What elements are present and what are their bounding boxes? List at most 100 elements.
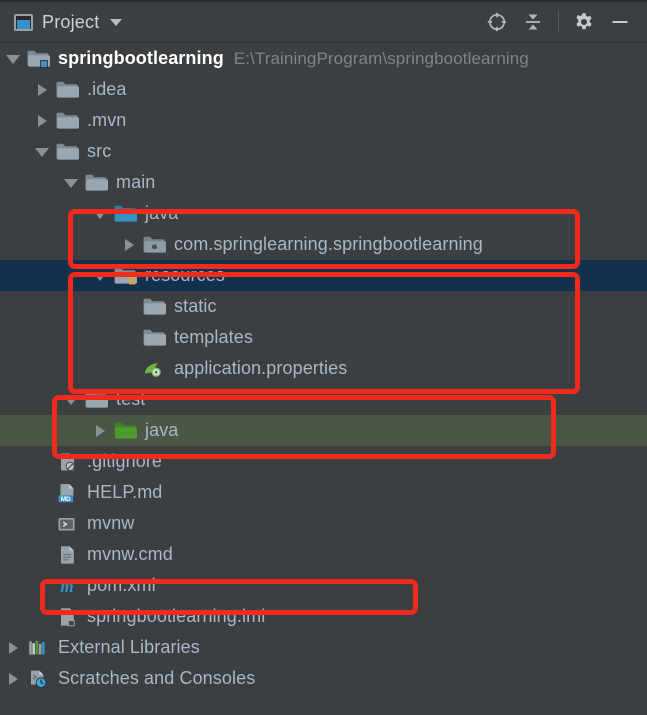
- chevron-down-icon[interactable]: [110, 18, 123, 26]
- tree-row-label: External Libraries: [58, 637, 200, 657]
- module-folder-icon: [27, 49, 51, 69]
- test-root-folder-icon: [114, 421, 138, 441]
- folder-icon: [85, 390, 109, 410]
- resource-root-folder-icon: [114, 266, 138, 286]
- tree-arrow-placeholder: [36, 518, 47, 529]
- tree-row-label: templates: [174, 327, 253, 347]
- shell-script-icon: [56, 514, 80, 534]
- crosshair-target-icon: [487, 12, 507, 32]
- iml-file-icon: [56, 607, 80, 627]
- tree-row-src[interactable]: src: [0, 136, 647, 167]
- tree-row-appprops[interactable]: application.properties: [0, 353, 647, 384]
- tree-arrow-placeholder: [36, 549, 47, 560]
- tree-row-main-java[interactable]: java: [0, 198, 647, 229]
- text-file-icon: [56, 545, 80, 565]
- tree-row-label: static: [174, 296, 217, 316]
- chevron-down-icon[interactable]: [35, 146, 49, 157]
- tree-row-idea[interactable]: .idea: [0, 74, 647, 105]
- tree-arrow-placeholder: [123, 301, 134, 312]
- tree-arrow-placeholder: [36, 580, 47, 591]
- chevron-down-icon[interactable]: [64, 177, 78, 188]
- tree-row-label: resources: [145, 265, 225, 285]
- markdown-file-icon: MD: [56, 483, 80, 503]
- tree-row-label: .gitignore: [87, 451, 163, 471]
- toolbar-separator: [558, 11, 559, 33]
- tree-arrow-placeholder: [36, 487, 47, 498]
- folder-icon: [143, 297, 167, 317]
- chevron-right-icon[interactable]: [36, 115, 47, 127]
- project-tool-window: Project springbootlearning E:\TrainingPr…: [0, 0, 647, 715]
- chevron-right-icon[interactable]: [7, 673, 18, 685]
- chevron-right-icon[interactable]: [7, 642, 18, 654]
- tree-row-label: .mvn: [87, 110, 127, 130]
- minimize-dash-icon: [612, 21, 628, 23]
- select-opened-file-button[interactable]: [480, 7, 514, 37]
- tree-row-label: mvnw: [87, 513, 135, 533]
- tree-row-static[interactable]: static: [0, 291, 647, 322]
- tree-row-label: test: [116, 389, 146, 409]
- tree-row-label: java: [145, 420, 179, 440]
- tree-row-mvnwcmd[interactable]: mvnw.cmd: [0, 539, 647, 570]
- tree-row-label: application.properties: [174, 358, 348, 378]
- tree-row-label: java: [145, 203, 179, 223]
- folder-icon: [85, 173, 109, 193]
- folder-icon: [143, 328, 167, 348]
- tool-window-toolbar: [480, 7, 637, 37]
- chevron-down-icon[interactable]: [6, 53, 20, 64]
- package-icon: [143, 235, 167, 255]
- folder-icon: [56, 111, 80, 131]
- tree-row-pomxml[interactable]: m pom.xml: [0, 570, 647, 601]
- tree-row-main[interactable]: main: [0, 167, 647, 198]
- gitignore-file-icon: [56, 452, 80, 472]
- tree-row-mvn[interactable]: .mvn: [0, 105, 647, 136]
- tree-row-test-java[interactable]: java: [0, 415, 647, 446]
- spring-properties-icon: [143, 359, 167, 379]
- chevron-right-icon[interactable]: [36, 84, 47, 96]
- folder-icon: [56, 142, 80, 162]
- tree-row-label: com.springlearning.springbootlearning: [174, 234, 483, 254]
- chevron-right-icon[interactable]: [123, 239, 134, 251]
- collapse-all-icon: [526, 14, 540, 30]
- tree-row-package[interactable]: com.springlearning.springbootlearning: [0, 229, 647, 260]
- tree-arrow-placeholder: [36, 456, 47, 467]
- tool-window-header: Project: [0, 2, 647, 43]
- tree-row-label: springbootlearning.iml: [87, 606, 266, 626]
- chevron-down-icon[interactable]: [93, 208, 107, 219]
- tree-row-helpmd[interactable]: MD HELP.md: [0, 477, 647, 508]
- chevron-down-icon[interactable]: [64, 394, 78, 405]
- tree-row-mvnw[interactable]: mvnw: [0, 508, 647, 539]
- tool-window-title-group[interactable]: Project: [14, 12, 123, 33]
- tree-row-scratches[interactable]: Scratches and Consoles: [0, 663, 647, 694]
- project-panel-icon: [14, 13, 33, 31]
- chevron-right-icon[interactable]: [94, 425, 105, 437]
- libraries-icon: [27, 638, 51, 658]
- project-tree[interactable]: springbootlearning E:\TrainingProgram\spr…: [0, 43, 647, 715]
- collapse-all-button[interactable]: [516, 7, 550, 37]
- tree-row-label: springbootlearning: [58, 48, 224, 68]
- scratches-icon: [27, 669, 51, 689]
- tree-row-label: mvnw.cmd: [87, 544, 173, 564]
- chevron-down-icon[interactable]: [93, 270, 107, 281]
- tree-row-extlibs[interactable]: External Libraries: [0, 632, 647, 663]
- tree-row-resources[interactable]: resources: [0, 260, 647, 291]
- tree-arrow-placeholder: [36, 611, 47, 622]
- tree-row-path: E:\TrainingProgram\springbootlearning: [233, 48, 529, 68]
- tree-row-templates[interactable]: templates: [0, 322, 647, 353]
- settings-button[interactable]: [567, 7, 601, 37]
- tree-row-label: .idea: [87, 79, 127, 99]
- tree-row-test[interactable]: test: [0, 384, 647, 415]
- tree-row-gitignore[interactable]: .gitignore: [0, 446, 647, 477]
- tree-arrow-placeholder: [123, 332, 134, 343]
- source-root-folder-icon: [114, 204, 138, 224]
- svg-text:MD: MD: [61, 495, 71, 502]
- hide-button[interactable]: [603, 7, 637, 37]
- tree-row-label: pom.xml: [87, 575, 156, 595]
- tree-row-root[interactable]: springbootlearning E:\TrainingProgram\spr…: [0, 43, 647, 74]
- tree-row-iml[interactable]: springbootlearning.iml: [0, 601, 647, 632]
- maven-file-icon: m: [56, 576, 80, 596]
- gear-icon: [576, 13, 592, 30]
- folder-icon: [56, 80, 80, 100]
- tree-row-label: src: [87, 141, 112, 161]
- tree-arrow-placeholder: [123, 363, 134, 374]
- tree-row-label: HELP.md: [87, 482, 163, 502]
